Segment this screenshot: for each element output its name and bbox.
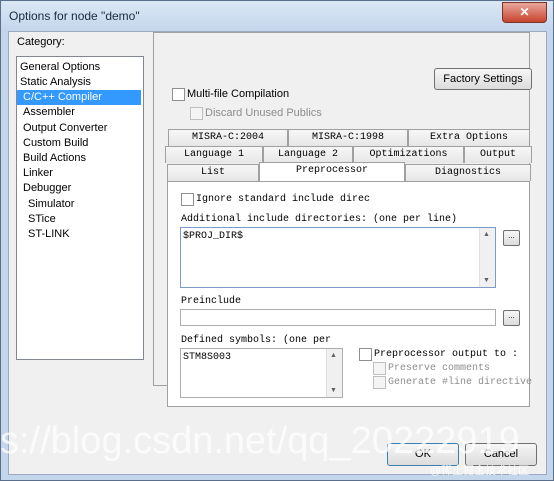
tab-preprocessor[interactable]: Preprocessor	[259, 162, 405, 181]
category-item-label: Custom Build	[23, 137, 89, 149]
category-list[interactable]: General Options Static Analysis C/C++ Co…	[16, 56, 144, 360]
tab-extra-options[interactable]: Extra Options	[408, 129, 530, 146]
category-item-label: Simulator	[28, 198, 75, 210]
tab-misra-1998[interactable]: MISRA-C:1998	[288, 129, 408, 146]
multifile-compilation-checkbox[interactable]	[172, 88, 185, 101]
generate-line-label: Generate #line directive	[388, 377, 533, 388]
scroll-up-icon[interactable]: ▲	[483, 231, 490, 238]
tab-diagnostics[interactable]: Diagnostics	[405, 164, 531, 181]
preinclude-label: Preinclude	[181, 296, 242, 307]
tab-language-1[interactable]: Language 1	[165, 146, 263, 163]
category-item-stice[interactable]: STice	[17, 212, 141, 227]
category-item-assembler[interactable]: Assembler	[17, 105, 141, 120]
defined-symbols-scrollbar[interactable]: ▲ ▼	[326, 349, 342, 397]
category-item-label: C/C++ Compiler	[23, 91, 102, 103]
category-item-custom-build[interactable]: Custom Build	[17, 136, 141, 151]
include-browse-button[interactable]: ...	[503, 230, 520, 246]
watermark-text: s://blog.csdn.net/qq_20222919	[0, 420, 520, 462]
ignore-standard-include-checkbox[interactable]	[181, 193, 194, 206]
category-item-label: Assembler	[23, 106, 75, 118]
scroll-down-icon[interactable]: ▼	[330, 387, 337, 394]
category-item-general-options[interactable]: General Options	[17, 60, 141, 75]
title-bar: Options for node "demo" ✕	[1, 1, 553, 31]
tab-output[interactable]: Output	[464, 146, 532, 163]
category-item-debugger[interactable]: Debugger	[17, 181, 141, 196]
category-item-cpp-compiler[interactable]: C/C++ Compiler	[17, 90, 141, 105]
preprocessor-output-checkbox[interactable]	[359, 348, 372, 361]
include-scrollbar[interactable]: ▲ ▼	[479, 228, 495, 287]
category-item-label: General Options	[20, 61, 101, 73]
category-item-label: Build Actions	[23, 152, 86, 164]
category-item-label: Linker	[23, 167, 53, 179]
factory-settings-button[interactable]: Factory Settings	[434, 68, 532, 90]
discard-unused-publics-checkbox[interactable]	[190, 107, 203, 120]
category-item-linker[interactable]: Linker	[17, 166, 141, 181]
preserve-comments-checkbox[interactable]	[373, 362, 386, 375]
category-item-label: ST-LINK	[28, 228, 70, 240]
discard-unused-publics-label: Discard Unused Publics	[205, 107, 322, 119]
ignore-standard-include-label: Ignore standard include direc	[196, 194, 371, 205]
generate-line-checkbox[interactable]	[373, 376, 386, 389]
defined-symbols-label: Defined symbols: (one per	[181, 335, 332, 346]
window-title: Options for node "demo"	[9, 9, 140, 23]
category-item-label: Output Converter	[23, 122, 108, 134]
category-item-static-analysis[interactable]: Static Analysis	[17, 75, 141, 90]
tab-list[interactable]: List	[167, 164, 259, 181]
tab-misra-2004[interactable]: MISRA-C:2004	[168, 129, 288, 146]
additional-include-label: Additional include directories: (one per…	[181, 214, 458, 225]
preserve-comments-label: Preserve comments	[388, 363, 491, 374]
tab-language-2[interactable]: Language 2	[263, 146, 353, 163]
preprocessor-output-label: Preprocessor output to :	[374, 349, 519, 360]
category-label: Category:	[17, 36, 65, 48]
watermark-logo-text: @稀土掘金技术社区	[430, 465, 530, 477]
scroll-up-icon[interactable]: ▲	[330, 352, 337, 359]
defined-symbols-value: STM8S003	[183, 352, 232, 363]
additional-include-value: $PROJ_DIR$	[183, 231, 244, 242]
multifile-compilation-label: Multi-file Compilation	[187, 88, 290, 100]
preinclude-input[interactable]	[180, 309, 496, 326]
additional-include-textarea[interactable]: $PROJ_DIR$ ▲ ▼	[180, 227, 496, 288]
category-item-output-converter[interactable]: Output Converter	[17, 121, 141, 136]
close-button[interactable]: ✕	[502, 2, 547, 23]
preinclude-browse-button[interactable]: ...	[503, 310, 520, 326]
category-item-label: Debugger	[23, 182, 72, 194]
category-item-simulator[interactable]: Simulator	[17, 197, 141, 212]
category-item-label: Static Analysis	[20, 76, 91, 88]
category-item-build-actions[interactable]: Build Actions	[17, 151, 141, 166]
scroll-down-icon[interactable]: ▼	[483, 277, 490, 284]
category-item-st-link[interactable]: ST-LINK	[17, 227, 141, 242]
tab-optimizations[interactable]: Optimizations	[353, 146, 464, 163]
category-item-label: STice	[28, 213, 56, 225]
defined-symbols-textarea[interactable]: STM8S003 ▲ ▼	[180, 348, 343, 398]
